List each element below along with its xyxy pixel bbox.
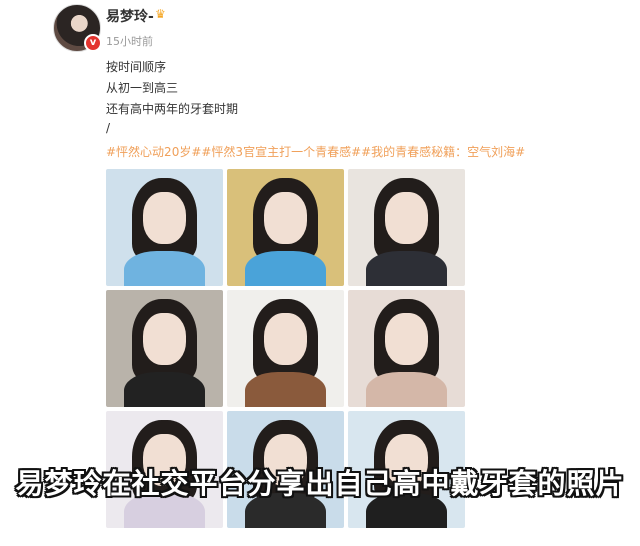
- photo-clothing: [244, 250, 327, 286]
- photo-1[interactable]: [106, 169, 223, 286]
- photo-face: [264, 192, 307, 244]
- post-text-line-2: 从初一到高三: [106, 81, 179, 95]
- photo-clothing: [365, 371, 448, 407]
- post-hashtags[interactable]: #怦然心动20岁##怦然3官宣主打一个青春感##我的青春感秘籍：空气刘海#: [106, 143, 525, 160]
- photo-clothing: [365, 250, 448, 286]
- username[interactable]: 易梦玲-: [106, 6, 154, 26]
- photo-2[interactable]: [227, 169, 344, 286]
- photo-6[interactable]: [348, 290, 465, 407]
- photo-5[interactable]: [227, 290, 344, 407]
- photo-face: [143, 192, 186, 244]
- post-text-line-1: 按时间顺序: [106, 60, 167, 74]
- video-caption: 易梦玲在社交平台分享出自己高中戴牙套的照片: [15, 467, 625, 500]
- photo-face: [143, 313, 186, 365]
- photo-face: [385, 192, 428, 244]
- photo-clothing: [123, 250, 206, 286]
- photo-clothing: [123, 371, 206, 407]
- photo-4[interactable]: [106, 290, 223, 407]
- post-text-line-4: /: [106, 121, 111, 135]
- photo-face: [264, 313, 307, 365]
- crown-icon: ♛: [155, 7, 166, 21]
- photo-3[interactable]: [348, 169, 465, 286]
- photo-face: [385, 313, 428, 365]
- post-timestamp: 15小时前: [106, 35, 153, 48]
- verified-badge-icon: v: [84, 34, 102, 52]
- photo-clothing: [244, 371, 327, 407]
- post-text-line-3: 还有高中两年的牙套时期: [106, 102, 239, 116]
